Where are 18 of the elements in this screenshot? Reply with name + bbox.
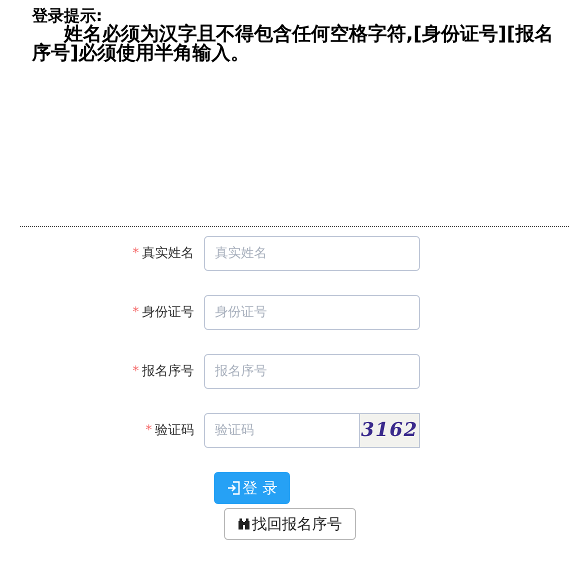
required-mark: *	[132, 364, 139, 379]
required-mark: *	[146, 422, 152, 438]
notice-title: 登录提示:	[32, 6, 102, 25]
captcha-image[interactable]: 3162	[360, 413, 420, 448]
field-label: 真实姓名	[142, 246, 194, 261]
field-label: 身份证号	[142, 304, 194, 320]
recover-button[interactable]: 找回报名序号	[224, 508, 356, 540]
required-mark: *	[132, 304, 139, 320]
binoculars-icon	[238, 518, 250, 530]
input-field[interactable]: 报名序号	[204, 354, 420, 389]
required-mark: *	[132, 246, 139, 261]
input-field[interactable]: 真实姓名	[204, 236, 420, 271]
login-icon	[226, 481, 241, 495]
field-label: 验证码	[155, 422, 194, 438]
input-field[interactable]: 身份证号	[204, 295, 420, 330]
notice-text: 姓名必须为汉字且不得包含任何空格字符,[身份证号][报名序号]必须使用半角输入。	[32, 25, 554, 63]
input-field[interactable]: 验证码	[204, 413, 360, 448]
field-label: 报名序号	[142, 364, 194, 379]
